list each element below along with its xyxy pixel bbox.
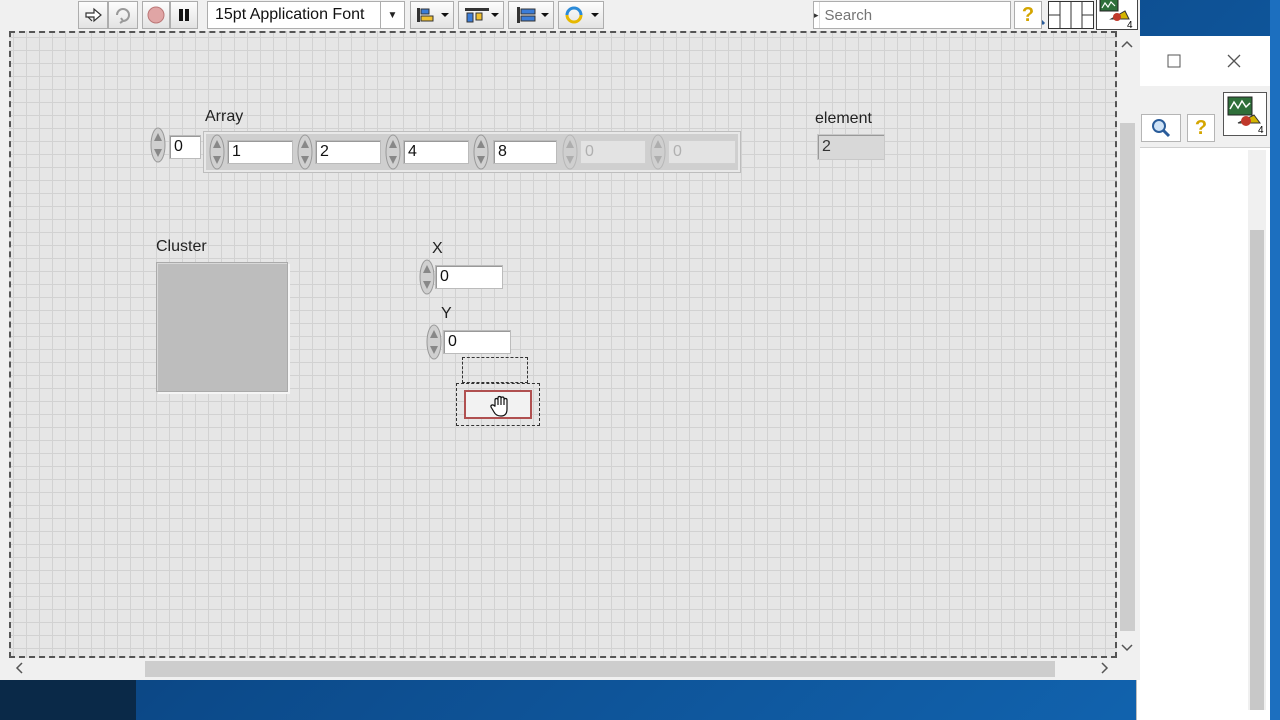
search-field[interactable]: ▸	[813, 1, 1045, 29]
context-help-button[interactable]: ?	[1187, 114, 1215, 142]
array-element-spinner[interactable]	[208, 134, 226, 170]
element-label: element	[815, 110, 872, 127]
search-icon[interactable]	[1141, 114, 1181, 142]
element-indicator: 2	[817, 134, 885, 160]
horizontal-scrollbar[interactable]	[9, 658, 1117, 680]
connector-pane-icon[interactable]	[1048, 1, 1094, 29]
distribute-objects-button[interactable]	[458, 1, 504, 29]
reorder-button[interactable]	[558, 1, 604, 29]
vertical-scrollbar[interactable]	[1117, 31, 1138, 658]
horizontal-scrollbar-thumb[interactable]	[145, 661, 1055, 677]
vertical-scrollbar-thumb[interactable]	[1120, 123, 1135, 631]
close-icon[interactable]	[1219, 48, 1249, 74]
array-element-spinner[interactable]	[649, 134, 667, 170]
front-panel-window[interactable]: 15pt Application Font ▼ ▸ ?	[0, 0, 1140, 680]
array-element-4[interactable]: 8	[493, 140, 557, 164]
array-element-spinner[interactable]	[561, 134, 579, 170]
desktop-taskbar-area	[0, 680, 136, 720]
front-panel-toolbar: 15pt Application Font ▼ ▸ ?	[0, 0, 1140, 31]
run-continuously-button[interactable]	[108, 1, 138, 29]
scrollbar-thumb[interactable]	[1250, 230, 1264, 710]
run-arrow-button[interactable]	[78, 1, 108, 29]
resize-objects-button[interactable]	[508, 1, 554, 29]
cluster-label: Cluster	[156, 238, 207, 255]
x-numeric-control[interactable]: 0	[435, 265, 503, 289]
search-input[interactable]	[819, 2, 1024, 28]
y-label: Y	[441, 305, 452, 322]
scroll-right-arrow[interactable]	[1101, 662, 1109, 677]
array-label: Array	[205, 108, 244, 125]
desktop-edge	[1270, 0, 1280, 720]
align-objects-button[interactable]	[410, 1, 454, 29]
array-element-5[interactable]: 0	[580, 140, 646, 164]
svg-text:4: 4	[1258, 125, 1264, 135]
abort-button[interactable]	[142, 1, 170, 29]
maximize-icon[interactable]	[1159, 48, 1189, 74]
y-numeric-control[interactable]: 0	[443, 330, 511, 354]
scroll-up-arrow[interactable]	[1121, 37, 1133, 51]
block-diagram-window[interactable]: ? 4	[1136, 36, 1270, 720]
font-select[interactable]: 15pt Application Font ▼	[207, 1, 405, 29]
scroll-left-arrow[interactable]	[15, 662, 23, 677]
svg-text:4: 4	[1127, 20, 1133, 29]
vertical-scrollbar[interactable]	[1248, 150, 1266, 710]
array-index-field[interactable]: 0	[169, 135, 201, 159]
array-index-spinner[interactable]	[149, 127, 167, 163]
block-diagram-titlebar	[1137, 36, 1270, 86]
pause-button[interactable]	[170, 1, 198, 29]
scroll-down-arrow[interactable]	[1121, 641, 1133, 655]
array-element-6[interactable]: 0	[668, 140, 736, 164]
array-element-spinner[interactable]	[296, 134, 314, 170]
context-help-button[interactable]: ?	[1014, 1, 1042, 29]
block-diagram-toolbar: ? 4	[1137, 86, 1270, 148]
x-spinner[interactable]	[418, 259, 436, 295]
array-element-1[interactable]: 1	[227, 140, 293, 164]
hand-cursor-icon	[488, 394, 514, 420]
y-spinner[interactable]	[425, 324, 443, 360]
drag-preview-outline	[462, 357, 528, 383]
chevron-down-icon[interactable]: ▼	[380, 2, 404, 28]
array-element-2[interactable]: 2	[315, 140, 381, 164]
array-element-3[interactable]: 4	[403, 140, 469, 164]
array-element-spinner[interactable]	[384, 134, 402, 170]
vi-icon[interactable]: 4	[1223, 92, 1267, 136]
cluster-container[interactable]	[156, 262, 288, 392]
font-select-value: 15pt Application Font	[215, 6, 365, 23]
vi-icon[interactable]: 4	[1096, 0, 1138, 31]
x-label: X	[432, 240, 443, 257]
array-element-spinner[interactable]	[472, 134, 490, 170]
